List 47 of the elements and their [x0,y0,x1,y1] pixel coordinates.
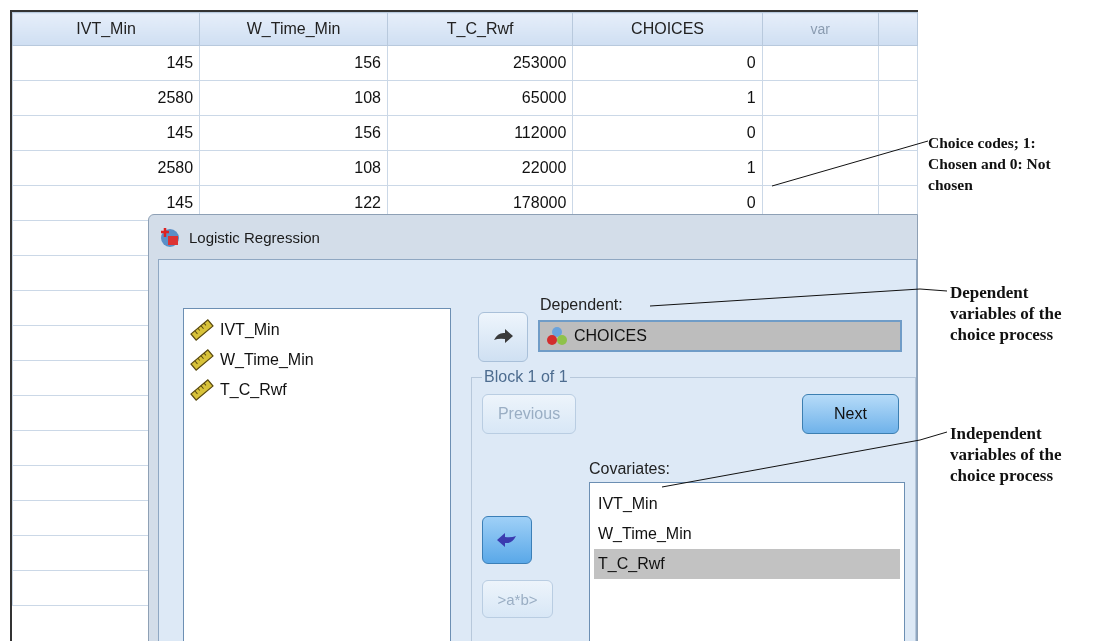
covariates-list[interactable]: IVT_Min W_Time_Min T_C_Rwf [589,482,905,641]
table-cell: 108 [354,159,381,176]
list-item[interactable]: IVT_Min [594,489,900,519]
table-cell: 108 [354,89,381,106]
window-title: Logistic Regression [189,228,320,246]
next-button[interactable]: Next [802,394,899,434]
table-cell: 2580 [157,159,194,176]
circles-icon [546,326,568,346]
table-cell: 122 [354,194,381,211]
table-cell: 145 [166,194,194,211]
annotation-text: Choice codes; 1: Chosen and 0: Not chosen [928,133,1052,195]
table-cell: 253000 [512,54,567,71]
dependent-label: Dependent: [540,296,623,313]
app-icon [159,226,181,248]
table-cell: 145 [166,54,194,71]
list-item[interactable]: T_C_Rwf [594,549,900,579]
column-header[interactable]: CHOICES [572,12,763,46]
table-cell: 1 [746,159,756,176]
table-cell: 156 [354,54,381,71]
column-header[interactable]: W_Time_Min [199,12,388,46]
column-header[interactable]: IVT_Min [12,12,200,46]
table-cell: 178000 [512,194,567,211]
table-cell: 112000 [514,124,567,141]
annotation-text: Dependent variables of the choice process [950,282,1063,345]
block-label: Block 1 of 1 [483,368,569,386]
variable-list[interactable]: IVT_Min W_Time_Min T_C_Rwf [183,308,451,641]
covariates-label: Covariates: [589,460,670,477]
table-cell: 65000 [521,89,567,106]
table-cell: 0 [746,54,756,71]
list-item[interactable]: IVT_Min [220,321,280,339]
table-cell: 22000 [521,159,567,176]
arrow-icon [492,328,514,346]
list-item[interactable]: W_Time_Min [220,351,314,369]
column-header[interactable]: T_C_Rwf [387,12,573,46]
table-cell: 156 [354,124,381,141]
move-left-button[interactable] [482,516,532,564]
move-right-button[interactable] [478,312,528,362]
list-item[interactable]: T_C_Rwf [220,381,287,399]
annotation-text: Independent variables of the choice process [950,423,1063,486]
arrow-icon [496,531,518,549]
table-cell: 1 [746,89,756,106]
table-cell: 0 [746,194,756,211]
table-cell: 145 [166,124,194,141]
table-cell: 0 [746,124,756,141]
list-item[interactable]: W_Time_Min [594,519,900,549]
table-cell: 2580 [157,89,194,106]
dependent-field[interactable]: CHOICES [538,320,902,352]
